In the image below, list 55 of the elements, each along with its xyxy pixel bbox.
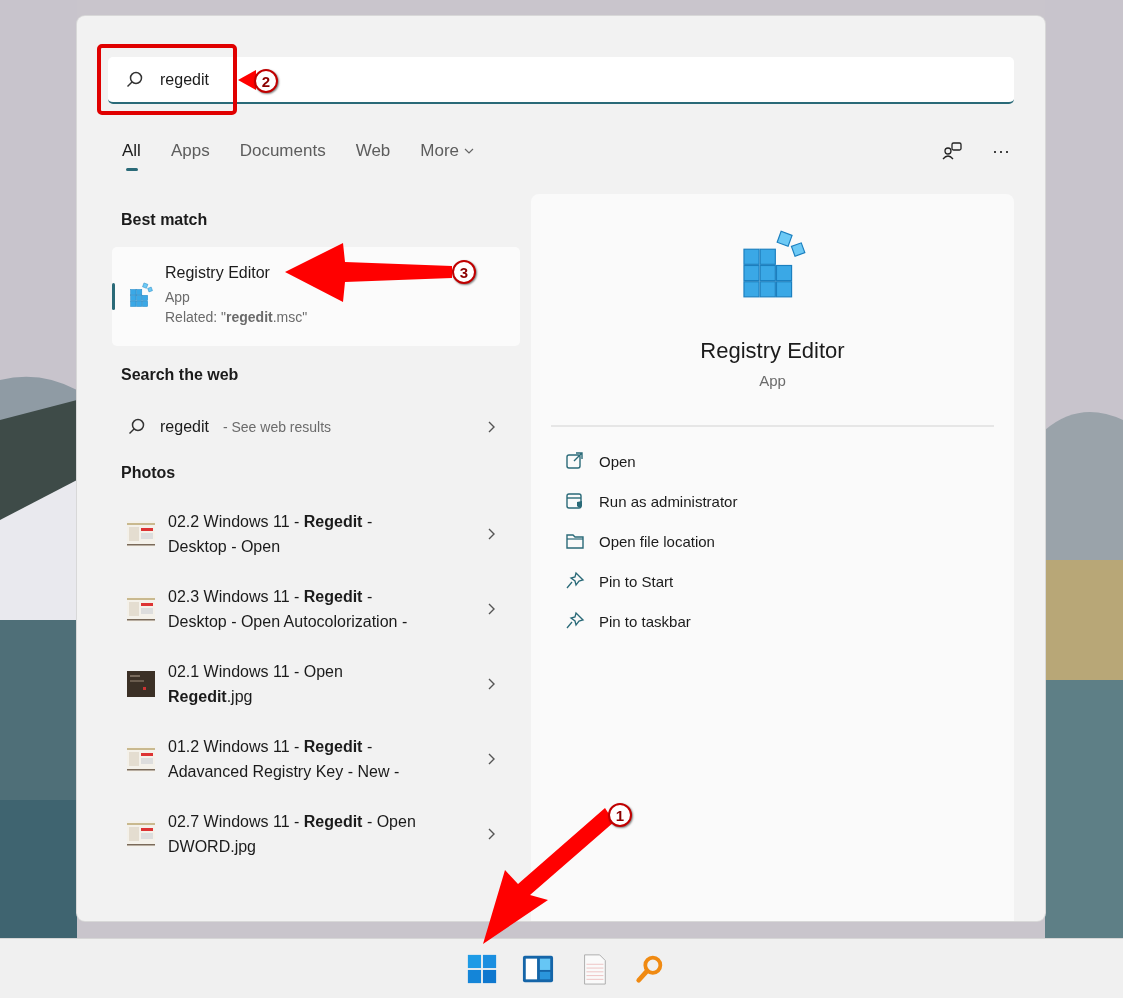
windows-grid-icon	[466, 952, 498, 985]
action-item[interactable]: Open	[565, 441, 636, 481]
section-heading: Photos	[121, 464, 177, 483]
file-result[interactable]: 02.1 Windows 11 - Open Regedit.jpg	[112, 646, 520, 721]
action-item[interactable]: Pin to Start	[565, 561, 674, 601]
file-result[interactable]: 02.7 Windows 11 - Regedit - Open DWORD.jpg	[112, 796, 520, 871]
related-text: Related: "regedit.msc"	[165, 308, 308, 327]
pin-icon	[565, 571, 585, 591]
image-thumbnail-icon	[127, 745, 155, 772]
chevron-right-icon	[487, 527, 496, 540]
section-heading: Best match	[121, 211, 209, 230]
chevron-right-icon	[487, 827, 496, 840]
image-thumbnail-icon	[127, 670, 155, 697]
image-thumbnail-icon	[127, 820, 155, 847]
web-results-text: - See web results	[222, 419, 333, 435]
pin-icon	[565, 611, 585, 631]
selection-indicator	[112, 283, 115, 310]
folder-icon	[565, 531, 585, 551]
tab[interactable]: Documents	[239, 135, 326, 167]
file-name: 02.1 Windows 11 - Open Regedit.jpg	[168, 661, 344, 707]
chevron-right-icon	[487, 752, 496, 765]
search-icon	[128, 418, 146, 436]
app-title: Registry Editor	[700, 338, 845, 364]
file-name: 02.7 Windows 11 - Regedit - Open DWORD.jpg	[168, 811, 417, 857]
app-type: App	[759, 372, 786, 389]
query-text: regedit	[160, 418, 209, 436]
pointer-arrow	[238, 70, 256, 90]
chevron-right-icon	[487, 602, 496, 615]
file-name: 02.3 Windows 11 - Regedit - Desktop - Open Autocolorization -	[168, 586, 409, 632]
action-item[interactable]: Open file location	[565, 521, 715, 561]
people-chat-icon	[942, 141, 962, 161]
chevron-down-icon	[464, 148, 475, 154]
action-item[interactable]: Run as administrator	[565, 481, 738, 521]
image-thumbnail-icon	[127, 595, 155, 622]
image-thumbnail-icon	[127, 520, 155, 547]
chevron-right-icon	[487, 421, 496, 433]
file-result[interactable]: 02.3 Windows 11 - Regedit - Desktop - Open Autocolorization -	[112, 571, 520, 646]
tab[interactable]: Web	[355, 135, 391, 167]
web-result[interactable]: regedit - See web results	[112, 402, 520, 452]
action-item[interactable]: Pin to taskbar	[565, 601, 691, 641]
chevron-right-icon	[487, 677, 496, 690]
file-result[interactable]: 01.2 Windows 11 - Regedit - Adavanced Registry Key - New -	[112, 721, 520, 796]
tab[interactable]: More	[420, 135, 475, 167]
section-heading: Search the web	[121, 366, 240, 385]
result-title: Registry Editor	[165, 263, 271, 283]
file-name: 01.2 Windows 11 - Regedit - Adavanced Registry Key - New -	[168, 736, 401, 782]
search-icon	[126, 71, 144, 89]
tab[interactable]: Apps	[170, 135, 210, 167]
file-name: 02.2 Windows 11 - Regedit - Desktop - Open	[168, 511, 374, 557]
file-result[interactable]: 02.2 Windows 11 - Regedit - Desktop - Open	[112, 496, 520, 571]
result-type: App	[165, 288, 191, 307]
more-button[interactable]: ···	[988, 136, 1014, 166]
open-external-icon	[565, 451, 585, 471]
cubes-icon	[128, 281, 154, 307]
shield-window-icon	[565, 491, 585, 511]
